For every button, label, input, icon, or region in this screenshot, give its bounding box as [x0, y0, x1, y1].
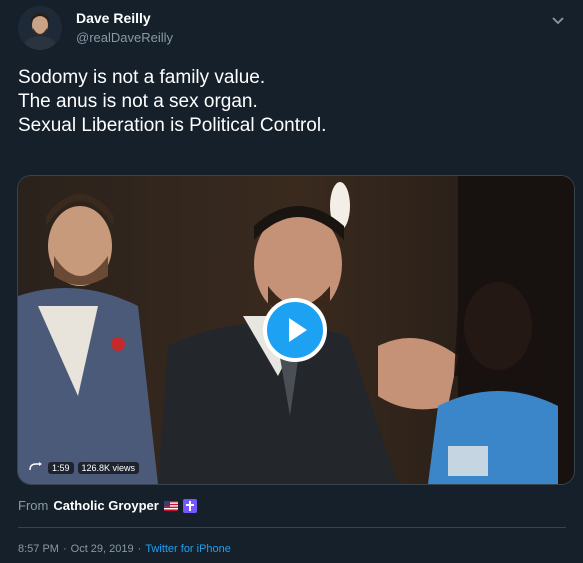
video-duration: 1:59: [48, 462, 74, 474]
tweet-meta: 8:57 PM · Oct 29, 2019 · Twitter for iPh…: [18, 543, 231, 555]
author-handle[interactable]: @realDaveReilly: [76, 30, 173, 45]
avatar[interactable]: [18, 6, 62, 50]
play-button[interactable]: [263, 298, 327, 362]
video-stats: 1:59 126.8K views: [28, 460, 140, 476]
video-views: 126.8K views: [77, 462, 140, 474]
tweet-date[interactable]: Oct 29, 2019: [71, 543, 134, 555]
attribution: From Catholic Groyper: [18, 498, 197, 513]
tweet-line: Sexual Liberation is Political Control.: [18, 115, 327, 136]
video-player[interactable]: 1:59 126.8K views: [17, 175, 575, 485]
tweet-card: Dave Reilly @realDaveReilly Sodomy is no…: [0, 0, 583, 563]
divider: [18, 527, 566, 528]
play-icon: [289, 318, 307, 342]
cross-icon: [182, 498, 197, 513]
tweet-time[interactable]: 8:57 PM: [18, 543, 59, 555]
tweet-line: The anus is not a sex organ.: [18, 91, 258, 112]
meta-separator: ·: [137, 543, 142, 555]
tweet-text: Sodomy is not a family value. The anus i…: [18, 66, 566, 138]
attribution-prefix: From: [18, 498, 49, 513]
meta-separator: ·: [62, 543, 67, 555]
tweet-source[interactable]: Twitter for iPhone: [145, 543, 231, 555]
tweet-line: Sodomy is not a family value.: [18, 67, 266, 88]
loop-icon: [29, 462, 42, 471]
attribution-account[interactable]: Catholic Groyper: [53, 498, 158, 513]
author-name[interactable]: Dave Reilly: [76, 10, 151, 26]
chevron-down-icon[interactable]: [550, 12, 566, 28]
us-flag-icon: [163, 500, 178, 511]
